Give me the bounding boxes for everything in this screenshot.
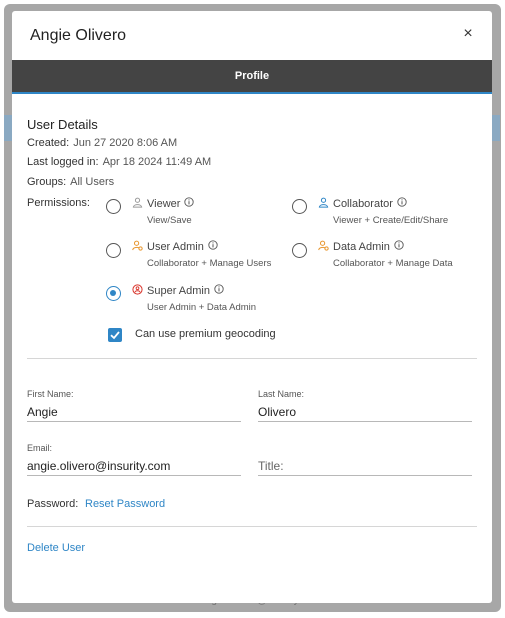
user-profile-modal: Angie Olivero × Profile User Details Cre…	[12, 11, 492, 603]
last-name-field[interactable]: Olivero	[258, 404, 472, 422]
collaborator-info-icon[interactable]	[397, 197, 407, 207]
user-admin-radio[interactable]	[106, 243, 121, 258]
role-super-admin: Super Admin	[132, 284, 224, 297]
super-admin-info-icon[interactable]	[214, 284, 224, 294]
super-admin-radio[interactable]	[106, 286, 121, 301]
viewer-radio[interactable]	[106, 199, 121, 214]
user-details-title: User Details	[27, 117, 98, 132]
data-admin-name: Data Admin	[333, 241, 390, 253]
password-label: Password:	[27, 498, 79, 510]
viewer-name: Viewer	[147, 198, 181, 210]
user-gear-icon	[132, 240, 143, 251]
tab-profile[interactable]: Profile	[12, 60, 492, 92]
close-button[interactable]: ×	[458, 25, 478, 45]
viewer-description: View/Save	[147, 215, 192, 226]
groups-row: Groups: All Users	[27, 176, 114, 188]
email-field[interactable]: angie.olivero@insurity.com	[27, 458, 241, 476]
modal-title: Angie Olivero	[30, 27, 127, 44]
tab-bar: Profile	[12, 60, 492, 94]
last-login-label: Last logged in:	[27, 156, 99, 168]
super-admin-description: User Admin + Data Admin	[147, 302, 257, 313]
created-label: Created:	[27, 137, 70, 149]
user-admin-description: Collaborator + Manage Users	[147, 258, 272, 269]
viewer-info-icon[interactable]	[184, 197, 195, 207]
created-row: Created: Jun 27 2020 8:06 AM	[27, 137, 177, 149]
background-row-left	[4, 115, 12, 141]
divider	[27, 526, 477, 527]
role-data-admin: Data Admin	[318, 240, 404, 253]
user-admin-info-icon[interactable]	[208, 240, 218, 250]
super-admin-name: Super Admin	[147, 285, 210, 297]
last-login-value: Apr 18 2024 11:49 AM	[102, 156, 212, 168]
collaborator-description: Viewer + Create/Edit/Share	[333, 215, 449, 226]
last-login-row: Last logged in: Apr 18 2024 11:49 AM	[27, 156, 211, 168]
premium-geocoding-checkbox[interactable]	[108, 328, 122, 342]
check-icon	[110, 331, 120, 340]
reset-password-link[interactable]: Reset Password	[85, 498, 165, 510]
first-name-field[interactable]: Angie	[27, 404, 241, 422]
title-field[interactable]: Title:	[258, 458, 472, 476]
groups-value: All Users	[70, 176, 115, 188]
role-viewer: Viewer	[132, 197, 195, 210]
premium-geocoding-label: Can use premium geocoding	[135, 328, 276, 340]
modal-header: Angie Olivero ×	[12, 11, 492, 60]
title-placeholder: Title:	[258, 459, 284, 473]
collaborator-name: Collaborator	[333, 198, 393, 210]
created-value: Jun 27 2020 8:06 AM	[73, 137, 178, 149]
background-row-right	[492, 115, 500, 141]
first-name-label: First Name:	[27, 389, 74, 399]
data-admin-radio[interactable]	[292, 243, 307, 258]
user-gear-icon	[318, 240, 329, 251]
divider	[27, 358, 477, 359]
data-admin-description: Collaborator + Manage Data	[333, 258, 453, 269]
permissions-label: Permissions:	[27, 197, 90, 209]
last-name-label: Last Name:	[258, 389, 305, 399]
delete-user-link[interactable]: Delete User	[27, 542, 85, 554]
super-admin-icon	[132, 284, 143, 295]
role-user-admin: User Admin	[132, 240, 218, 253]
user-admin-name: User Admin	[147, 241, 204, 253]
data-admin-info-icon[interactable]	[394, 240, 404, 250]
user-icon	[318, 197, 329, 208]
collaborator-radio[interactable]	[292, 199, 307, 214]
user-icon	[132, 197, 143, 208]
role-collaborator: Collaborator	[318, 197, 407, 210]
groups-label: Groups:	[27, 176, 67, 188]
email-label: Email:	[27, 443, 53, 453]
